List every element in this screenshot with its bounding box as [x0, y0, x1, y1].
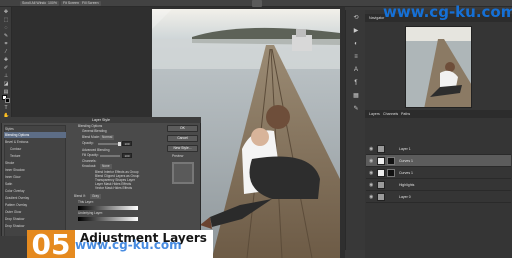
brushes-panel-icon[interactable]: ✎ [351, 105, 361, 114]
style-item[interactable]: Inner Shadow [5, 167, 65, 173]
dialog-title: Layer Style [1, 117, 201, 123]
knockout-select[interactable]: None [100, 164, 112, 169]
layer-mask-thumbnail[interactable] [387, 157, 395, 165]
layer-row[interactable]: ◉ Curves 1 [366, 155, 511, 167]
checkbox-option[interactable]: Vector Mask Hides Effects [95, 186, 132, 191]
visibility-eye-icon[interactable]: ◉ [369, 182, 373, 188]
crop-tool-icon[interactable]: ⌗ [3, 42, 9, 47]
underlying-layer-gradient-slider[interactable] [78, 217, 138, 221]
layer-thumbnail [377, 181, 385, 189]
healing-brush-tool-icon[interactable]: ✚ [3, 58, 9, 63]
move-tool-icon[interactable]: ✥ [3, 10, 9, 15]
fill-opacity-field[interactable]: 100 [122, 153, 132, 158]
style-item[interactable]: Contour [10, 146, 70, 152]
properties-panel-icon[interactable]: ≡ [351, 53, 361, 62]
background-color-swatch[interactable] [5, 98, 10, 103]
layer-mask-thumbnail[interactable] [387, 169, 395, 177]
style-preview-swatch [172, 162, 194, 184]
navigator-thumbnail-image [406, 27, 471, 107]
clone-stamp-tool-icon[interactable]: ⊥ [3, 74, 9, 79]
panel-icons-column: ⟲ ▶ ◐ ≡ A ¶ ▦ ✎ [345, 10, 365, 250]
opacity-slider-knob[interactable] [118, 142, 121, 146]
style-item[interactable]: Color Overlay [5, 188, 65, 194]
quick-select-tool-icon[interactable]: ✎ [3, 34, 9, 39]
blend-mode-label: Blend Mode: [82, 135, 100, 139]
blend-if-select[interactable]: Gray [90, 194, 101, 199]
visibility-eye-icon[interactable]: ◉ [369, 146, 373, 152]
tab-paths[interactable]: Paths [401, 110, 410, 118]
style-item[interactable]: Outer Glow [5, 209, 65, 215]
layer-row[interactable]: ◉ Layer 0 [366, 191, 511, 203]
tab-layers[interactable]: Layers [369, 110, 380, 118]
layer-name: Curves 1 [399, 159, 414, 163]
style-item[interactable]: Gradient Overlay [5, 195, 65, 201]
layer-row[interactable]: ◉ Curves 1 [366, 167, 511, 179]
style-item-blending-options[interactable]: Blending Options [4, 132, 66, 138]
character-panel-icon[interactable]: A [351, 66, 361, 75]
underlying-layer-label: Underlying Layer: [78, 211, 103, 215]
visibility-eye-icon[interactable]: ◉ [369, 158, 373, 164]
blend-mode-select[interactable]: Normal [100, 135, 115, 140]
general-blending-heading: General Blending [82, 129, 107, 133]
actions-panel-icon[interactable]: ▶ [351, 27, 361, 36]
layer-row[interactable]: ◉ Highlights [366, 179, 511, 191]
layer-name: Layer 1 [399, 147, 411, 151]
layer-row[interactable]: ◉ Layer 1 [366, 143, 511, 155]
adjustments-panel-icon[interactable]: ◐ [351, 40, 361, 49]
watermark-top: www.cg-ku.com [383, 3, 512, 21]
opacity-slider[interactable] [98, 143, 120, 145]
document-tab[interactable] [252, 0, 262, 7]
brush-tool-icon[interactable]: ✐ [3, 66, 9, 71]
style-item[interactable]: Drop Shadow [5, 216, 65, 222]
fill-opacity-label: Fill Opacity: [82, 153, 99, 157]
watermark-bottom: www.cg-ku.com [75, 238, 182, 252]
layer-name: Curves 1 [399, 171, 414, 175]
cancel-button[interactable]: Cancel [167, 135, 198, 142]
eraser-tool-icon[interactable]: ◪ [3, 82, 9, 87]
layer-name: Highlights [399, 183, 415, 187]
style-item[interactable]: Stroke [5, 160, 65, 166]
blend-if-label: Blend If: [74, 194, 86, 198]
this-layer-gradient-slider[interactable] [78, 206, 138, 210]
dialog-footer [0, 236, 27, 258]
marquee-tool-icon[interactable]: ⬚ [3, 18, 9, 23]
visibility-eye-icon[interactable]: ◉ [369, 194, 373, 200]
layers-panel-header: Layers Channels Paths [365, 110, 512, 118]
fill-opacity-slider[interactable] [100, 155, 120, 157]
preview-checkbox[interactable]: Preview [172, 154, 183, 159]
swatches-panel-icon[interactable]: ▦ [351, 92, 361, 101]
adjustment-layer-icon [377, 157, 385, 165]
layer-thumbnail [377, 145, 385, 153]
this-layer-label: This Layer: [78, 200, 94, 204]
type-tool-icon[interactable]: T [3, 106, 9, 111]
style-item[interactable]: Texture [10, 153, 70, 159]
opacity-field[interactable]: 100 [122, 141, 132, 146]
history-panel-icon[interactable]: ⟲ [351, 14, 361, 23]
opacity-label: Opacity: [82, 141, 94, 145]
navigator-thumbnail[interactable] [405, 26, 472, 108]
style-item[interactable]: Pattern Overlay [5, 202, 65, 208]
knockout-label: Knockout: [82, 164, 97, 168]
eyedropper-tool-icon[interactable]: ⁄ [3, 50, 9, 55]
zoom-100-button[interactable]: 100% [46, 1, 59, 6]
visibility-eye-icon[interactable]: ◉ [369, 170, 373, 176]
tab-channels[interactable]: Channels [383, 110, 398, 118]
layer-name: Layer 0 [399, 195, 411, 199]
adjustment-layer-icon [377, 169, 385, 177]
style-item[interactable]: Bevel & Emboss [5, 139, 65, 145]
style-item[interactable]: Inner Glow [5, 174, 65, 180]
lasso-tool-icon[interactable]: ◌ [3, 26, 9, 31]
lesson-number: 05 [31, 228, 71, 258]
paragraph-panel-icon[interactable]: ¶ [351, 79, 361, 88]
fill-screen-button[interactable]: Fill Screen [80, 1, 101, 6]
style-item[interactable]: Satin [5, 181, 65, 187]
layer-thumbnail [377, 193, 385, 201]
ok-button[interactable]: OK [167, 125, 198, 132]
new-style-button[interactable]: New Style... [167, 145, 198, 152]
fit-screen-button[interactable]: Fit Screen [61, 1, 81, 6]
